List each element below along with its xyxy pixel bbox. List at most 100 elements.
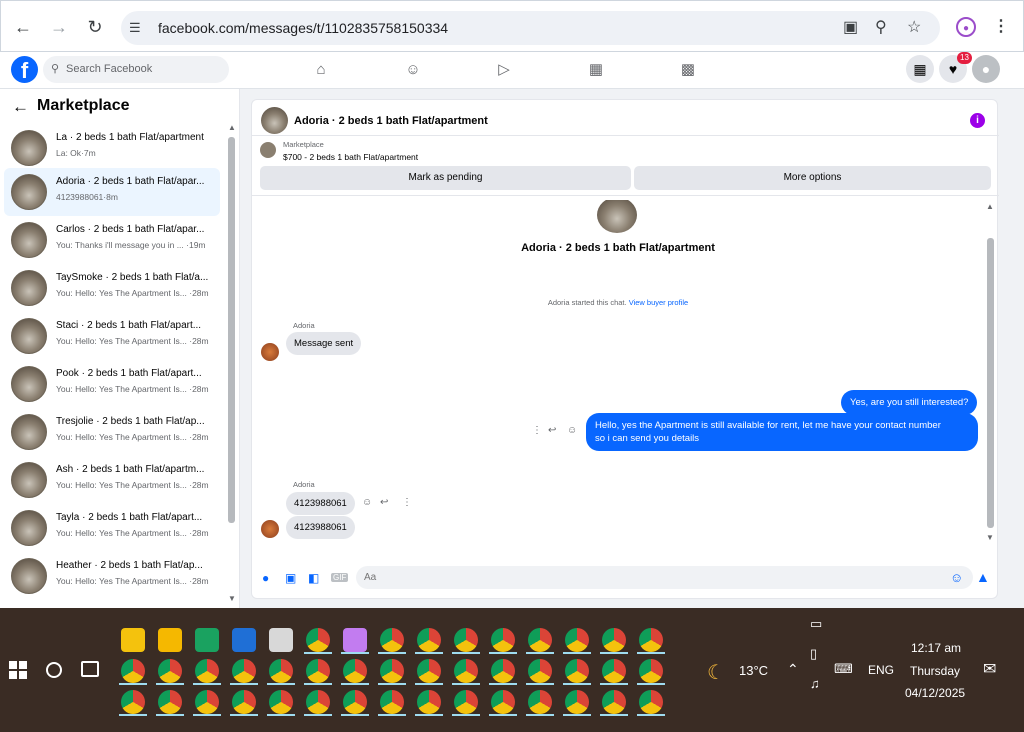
chrome-icon[interactable] [602,628,626,652]
zoom-icon[interactable]: ⚲ [875,18,887,38]
menu-grid-icon[interactable]: ▦ [906,55,934,83]
conversation-item[interactable]: Staci · 2 beds 1 bath Flat/apart... You:… [4,312,220,360]
conversation-item[interactable]: Tayla · 2 beds 1 bath Flat/apart... You:… [4,504,220,552]
install-app-icon[interactable]: ▣ [843,18,858,38]
chrome-icon[interactable] [491,628,515,652]
chrome-icon[interactable] [639,690,663,714]
chat-title[interactable]: Adoria · 2 beds 1 bath Flat/apartment [294,115,488,127]
chrome-icon[interactable] [491,690,515,714]
chrome-icon[interactable] [528,628,552,652]
chrome-icon[interactable] [602,690,626,714]
chrome-icon[interactable] [528,659,552,683]
sidebar-scrollbar[interactable] [228,137,235,523]
task-view-icon[interactable] [81,661,99,677]
chrome-icon[interactable] [417,659,441,683]
facebook-logo-icon[interactable]: f [11,56,38,83]
bookmark-star-icon[interactable]: ☆ [907,18,921,38]
conversation-item[interactable]: Pook · 2 beds 1 bath Flat/apart... You: … [4,360,220,408]
chrome-icon[interactable] [565,690,589,714]
listing-thumbnail[interactable] [260,142,276,158]
chrome-icon[interactable] [380,690,404,714]
chrome-icon[interactable] [639,659,663,683]
chrome-icon[interactable] [639,628,663,652]
conversation-item[interactable]: Heather · 2 beds 1 bath Flat/ap... You: … [4,552,220,600]
chrome-icon[interactable] [121,690,145,714]
like-thumb-icon[interactable]: ▲ [976,569,990,585]
chrome-icon[interactable] [417,628,441,652]
reply-icon[interactable]: ↩ [548,425,556,436]
clock-day[interactable]: Thursday [910,664,960,678]
menu-kebab-icon[interactable]: ⋮ [993,17,1009,37]
profile-icon[interactable]: ● [956,17,976,37]
reply-icon[interactable]: ↩ [380,497,388,508]
battery-icon[interactable]: ▯ [810,646,817,662]
chrome-icon[interactable] [306,628,330,652]
chrome-icon[interactable] [565,628,589,652]
photo-icon[interactable]: ▣ [285,571,296,585]
weather-temperature[interactable]: 13°C [739,663,768,678]
forward-icon[interactable]: → [47,15,71,39]
thread-scrollbar[interactable] [987,238,994,528]
scroll-down-arrow-icon[interactable]: ▼ [228,594,236,603]
chrome-icon[interactable] [528,690,552,714]
conversation-item[interactable]: Carlos · 2 beds 1 bath Flat/apar... You:… [4,216,220,264]
conversation-item[interactable]: Adoria · 2 beds 1 bath Flat/apar... 4123… [4,168,220,216]
conversation-item[interactable]: TaySmoke · 2 beds 1 bath Flat/a... You: … [4,264,220,312]
emoji-icon[interactable]: ☺ [950,570,963,585]
gif-icon[interactable]: GIF [331,573,349,582]
chrome-icon[interactable] [195,690,219,714]
avatar[interactable] [261,107,288,134]
chrome-icon[interactable] [232,659,256,683]
chrome-icon[interactable] [232,690,256,714]
scroll-up-arrow-icon[interactable]: ▲ [986,202,994,211]
react-emoji-icon[interactable]: ☺ [567,425,577,436]
notifications-icon[interactable]: ✉ [983,659,996,679]
conversation-item[interactable]: La · 2 beds 1 bath Flat/apartment La: Ok… [4,124,220,172]
back-arrow-icon[interactable]: ← [12,97,29,117]
chrome-icon[interactable] [454,659,478,683]
chrome-icon[interactable] [306,659,330,683]
address-bar[interactable]: ☰ facebook.com/messages/t/11028357581503… [121,11,940,45]
show-hidden-icons-icon[interactable]: ⌃ [787,661,799,678]
back-icon[interactable]: ← [11,15,35,39]
sticker-icon[interactable]: ◧ [308,571,319,585]
chrome-icon[interactable] [454,628,478,652]
chrome-icon[interactable] [158,690,182,714]
chrome-icon[interactable] [417,690,441,714]
copilot-icon[interactable] [343,628,367,652]
conversation-item[interactable]: Tresjolie · 2 beds 1 bath Flat/ap... You… [4,408,220,456]
marketplace-icon[interactable]: ▦ [586,60,606,80]
account-avatar[interactable]: ● [972,55,1000,83]
search-icon[interactable] [46,662,62,678]
chrome-icon[interactable] [269,659,293,683]
listing-price[interactable]: $700 - 2 beds 1 bath Flat/apartment [283,152,418,162]
network-icon[interactable]: ▭ [810,616,822,632]
more-options-button[interactable]: More options [634,166,991,190]
clock-date[interactable]: 04/12/2025 [905,686,965,700]
site-info-icon[interactable]: ☰ [129,18,141,38]
message-input[interactable] [356,566,973,589]
chrome-icon[interactable] [602,659,626,683]
app-icon[interactable] [269,628,293,652]
avatar[interactable] [597,200,637,233]
chrome-icon[interactable] [158,659,182,683]
info-icon[interactable]: i [970,113,985,128]
chrome-icon[interactable] [121,659,145,683]
more-actions-icon[interactable]: ⋮ [532,425,542,436]
sticky-notes-icon[interactable] [121,628,145,652]
avatar[interactable] [261,520,279,538]
volume-icon[interactable]: ♫ [810,676,820,691]
chrome-icon[interactable] [343,659,367,683]
scroll-up-arrow-icon[interactable]: ▲ [228,123,236,132]
windows-start-icon[interactable] [9,661,27,679]
video-icon[interactable]: ▷ [494,60,514,80]
react-emoji-icon[interactable]: ☺ [362,497,372,508]
mark-pending-button[interactable]: Mark as pending [260,166,631,190]
language-indicator[interactable]: ENG [868,663,894,677]
keyboard-icon[interactable]: ⌨ [834,661,853,677]
chrome-icon[interactable] [343,690,367,714]
chrome-icon[interactable] [565,659,589,683]
scroll-down-arrow-icon[interactable]: ▼ [986,533,994,542]
edge-icon[interactable] [232,628,256,652]
file-explorer-icon[interactable] [158,628,182,652]
